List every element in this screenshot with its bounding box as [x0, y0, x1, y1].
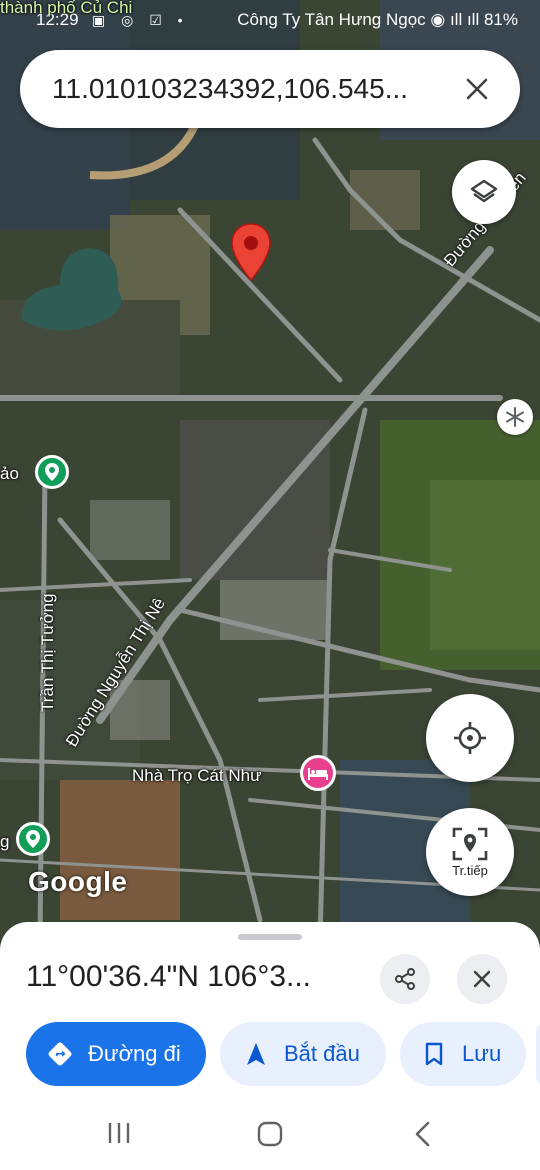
save-button[interactable]: Lưu — [400, 1022, 526, 1086]
poi-snowflake-marker[interactable] — [497, 399, 533, 435]
start-label: Bắt đầu — [284, 1041, 360, 1066]
map-label-left-edge: ảo — [0, 464, 19, 483]
navigation-target-icon — [452, 827, 488, 860]
share-icon — [395, 968, 415, 990]
place-coordinates: 11°00'36.4"N 106°3... — [26, 960, 312, 993]
layers-button[interactable] — [452, 160, 516, 224]
close-sheet-button[interactable] — [457, 954, 507, 1004]
home-icon[interactable] — [256, 1120, 284, 1148]
directions-icon — [46, 1040, 74, 1068]
map-label-hotel[interactable]: Nhà Trọ Cát Như — [132, 766, 261, 786]
navigation-arrow-icon — [242, 1040, 270, 1068]
dropped-pin-marker[interactable] — [229, 222, 273, 282]
navigate-button[interactable]: Tr.tiếp — [426, 808, 514, 896]
system-navigation-bar — [0, 1100, 540, 1170]
search-query[interactable]: 11.010103234392,106.545... — [52, 73, 452, 105]
save-label: Lưu — [462, 1041, 502, 1066]
location-pin-icon — [26, 830, 40, 848]
layers-icon — [470, 179, 498, 203]
back-icon[interactable] — [412, 1120, 432, 1148]
close-icon — [466, 78, 488, 100]
map-label-bottom-left: g — [0, 832, 10, 851]
more-actions-chip[interactable] — [536, 1022, 540, 1086]
map-label-road-tran-thi-tuong: Trần Thị Tưởng — [38, 593, 57, 712]
poi-green-marker[interactable] — [35, 455, 69, 489]
poi-hotel-marker[interactable] — [300, 755, 336, 791]
battery-level: 81% — [483, 10, 518, 29]
recent-apps-icon[interactable] — [106, 1120, 132, 1146]
map-label-city: thành phố Củ Chi — [0, 0, 133, 17]
navigate-label: Tr.tiếp — [452, 862, 488, 878]
signal-icon: ◉ ıll ıll — [430, 10, 484, 29]
satellite-map[interactable] — [0, 0, 540, 940]
sheet-drag-handle[interactable] — [238, 934, 302, 940]
bed-icon — [308, 768, 328, 780]
clear-search-button[interactable] — [452, 64, 502, 114]
search-bar[interactable]: 11.010103234392,106.545... — [20, 50, 520, 128]
satellite-imagery — [0, 0, 540, 940]
status-right: Công Ty Tân Hưng Ngọc ◉ ıll ıll 81% — [237, 10, 518, 30]
red-pin-icon — [231, 223, 271, 282]
share-button[interactable] — [380, 954, 430, 1004]
status-carrier: Công Ty Tân Hưng Ngọc — [237, 10, 426, 29]
close-icon — [473, 970, 491, 988]
location-pin-icon — [45, 463, 59, 481]
poi-green-marker-2[interactable] — [16, 822, 50, 856]
directions-label: Đường đi — [88, 1041, 181, 1066]
crosshair-icon — [454, 722, 486, 754]
snowflake-icon — [506, 407, 524, 427]
directions-button[interactable]: Đường đi — [26, 1022, 206, 1086]
start-button[interactable]: Bắt đầu — [220, 1022, 386, 1086]
my-location-button[interactable] — [426, 694, 514, 782]
google-attribution: Google — [28, 866, 128, 897]
bookmark-icon — [420, 1040, 448, 1068]
